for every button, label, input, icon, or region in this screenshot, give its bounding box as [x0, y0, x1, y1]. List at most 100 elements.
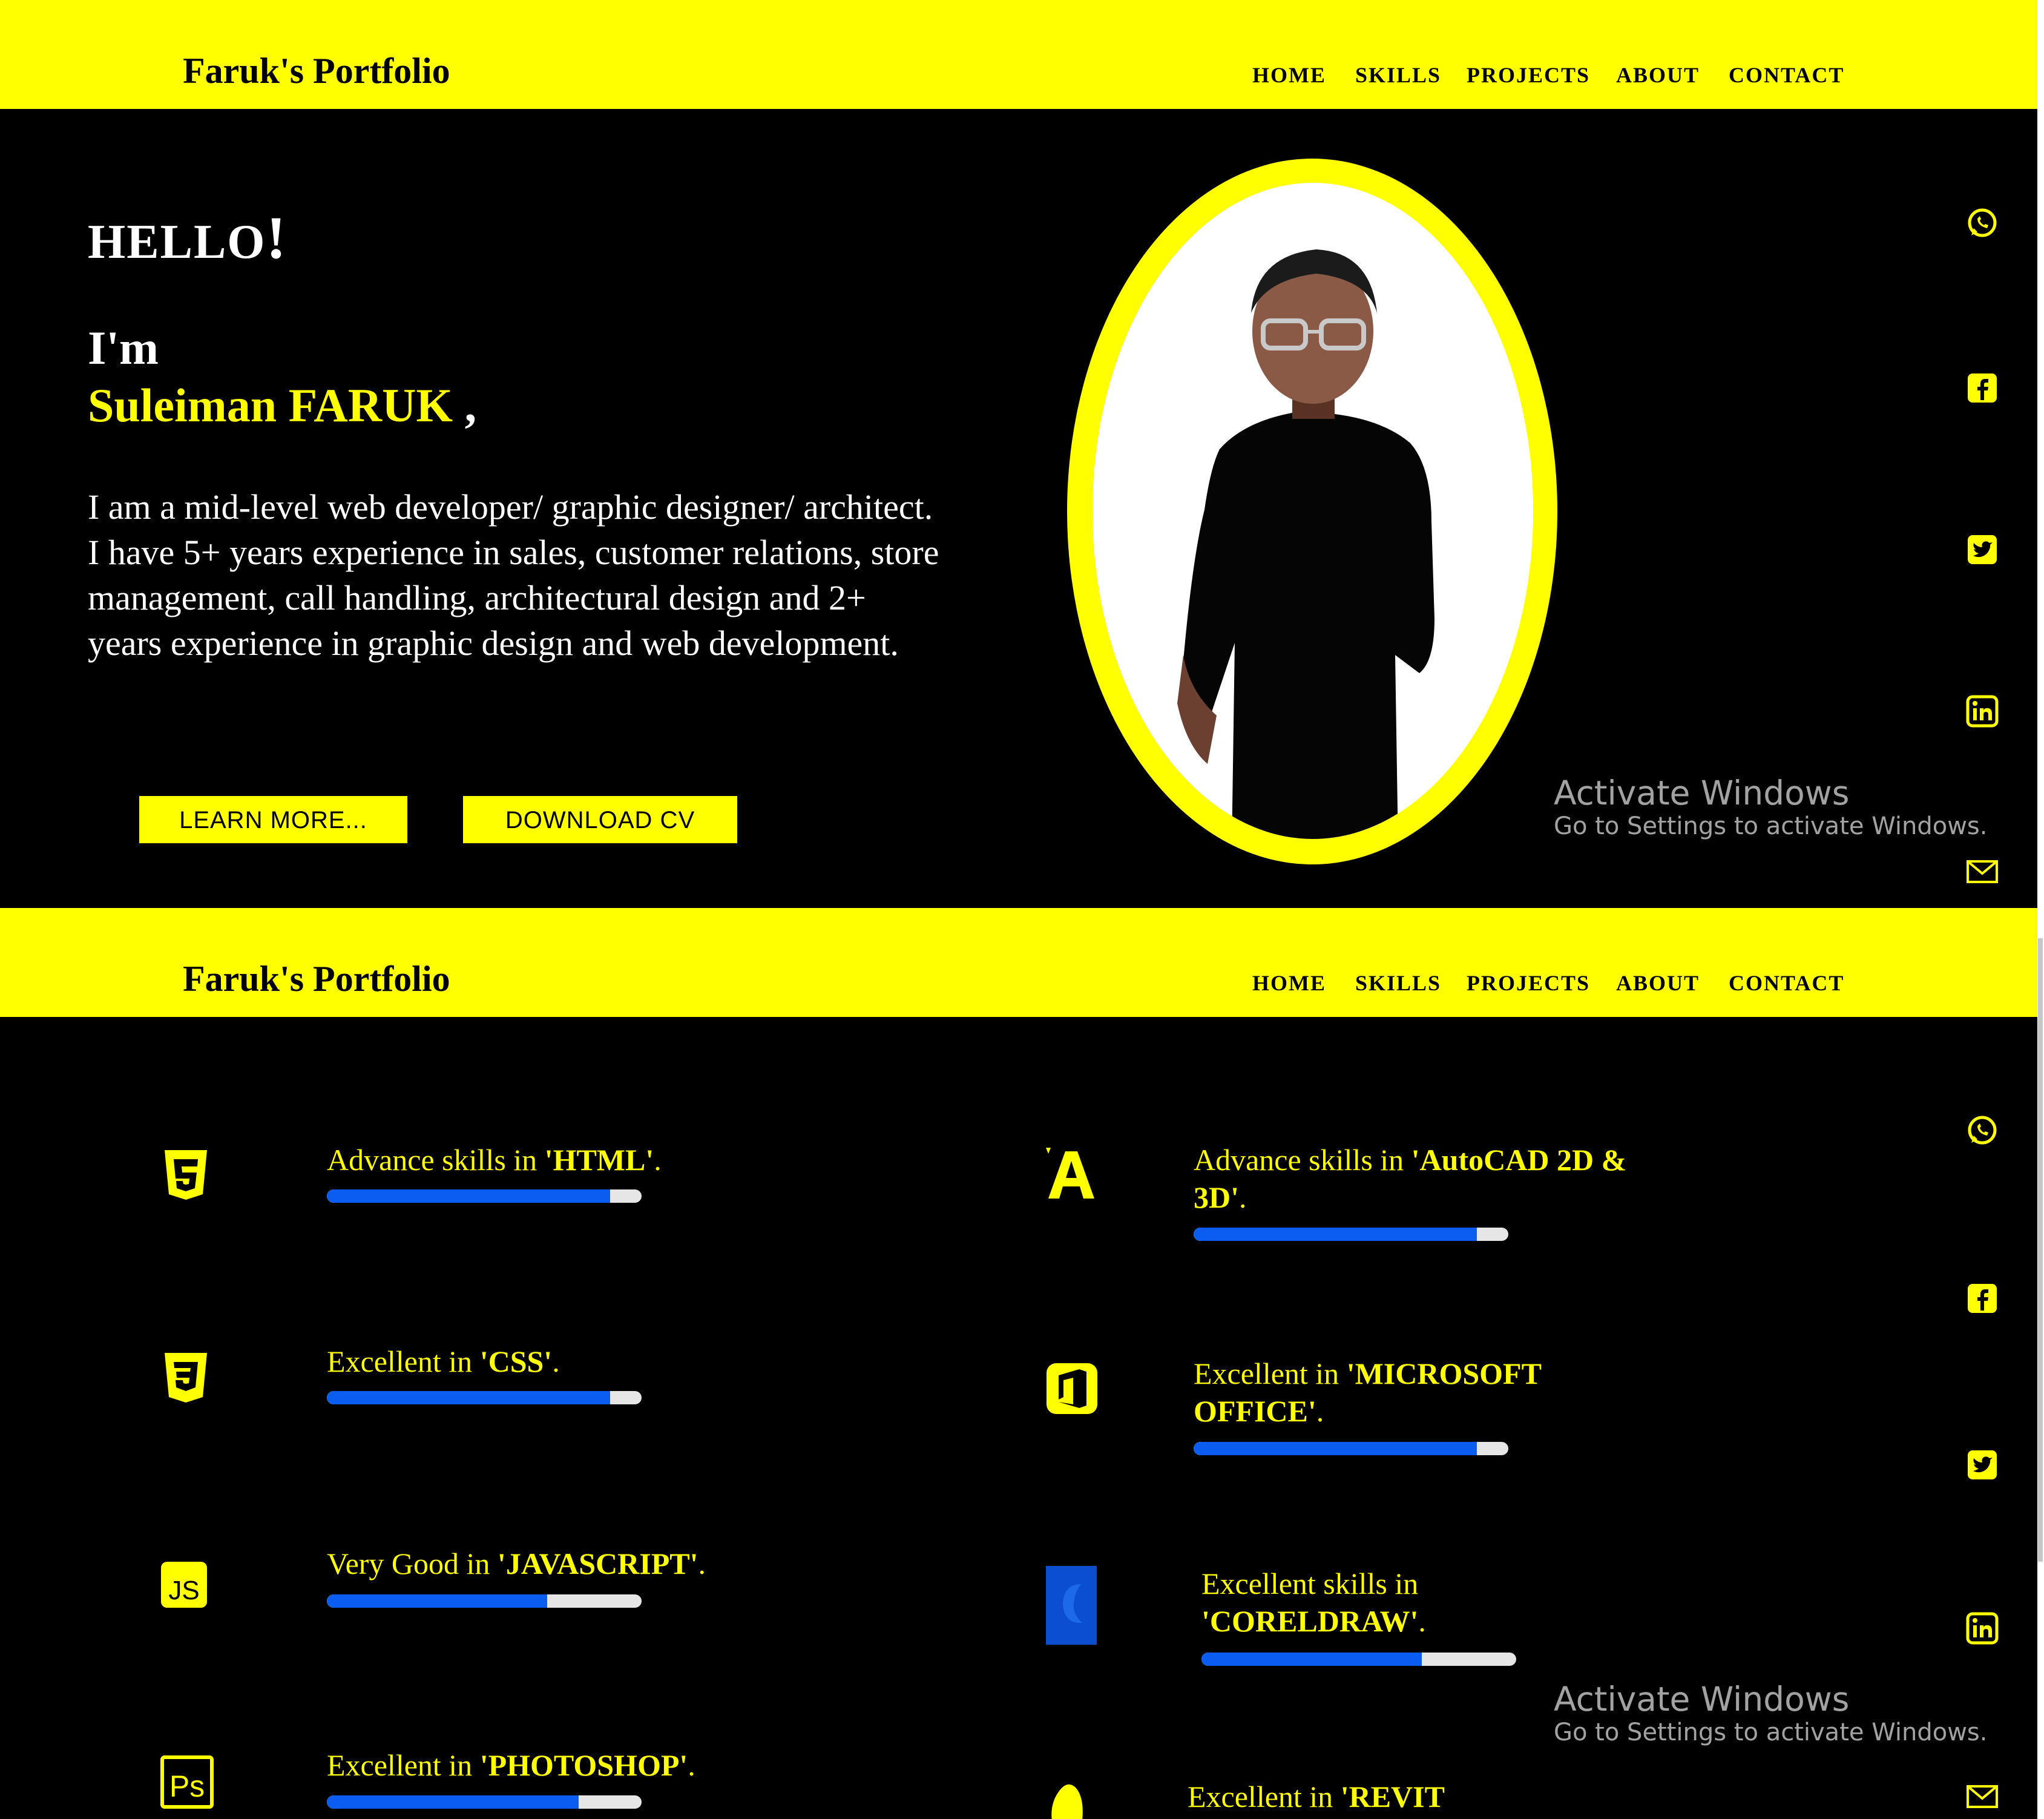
- skill-coreldraw-prefix: Excellent skills in: [1201, 1567, 1419, 1600]
- microsoft-office-icon: [1045, 1362, 1099, 1418]
- facebook-icon[interactable]: [1964, 370, 2000, 406]
- skill-coreldraw-name: 'CORELDRAW': [1201, 1604, 1419, 1638]
- navbar: Faruk's Portfolio HOME SKILLS PROJECTS A…: [0, 0, 2037, 109]
- mail-icon[interactable]: [1964, 853, 2000, 889]
- autocad-icon: [1042, 1144, 1100, 1205]
- skill-coreldraw-progress: [1201, 1653, 1516, 1666]
- hero-bio: I am a mid-level web developer/ graphic …: [88, 484, 947, 666]
- hero-name-text: Suleiman FARUK: [88, 379, 453, 432]
- scrollbar-thumb[interactable]: [2038, 938, 2043, 1562]
- skill-microsoft-office-progress-fill: [1194, 1442, 1477, 1455]
- nav-projects[interactable]: PROJECTS: [1467, 970, 1590, 996]
- skill-html-progress: [327, 1189, 642, 1203]
- person-illustration: [1093, 183, 1533, 839]
- brand-logo[interactable]: Faruk's Portfolio: [183, 50, 450, 92]
- activate-windows-watermark: Activate Windows Go to Settings to activ…: [1554, 1680, 1987, 1746]
- skill-revit-name: 'REVIT: [1340, 1780, 1445, 1814]
- skill-css-suffix: .: [552, 1344, 560, 1378]
- hero-name: Suleiman FARUK ,: [88, 378, 476, 433]
- home-section: Faruk's Portfolio HOME SKILLS PROJECTS A…: [0, 0, 2037, 908]
- skill-javascript-prefix: Very Good in: [327, 1547, 498, 1581]
- twitter-icon[interactable]: [1964, 531, 2000, 568]
- nav-contact[interactable]: CONTACT: [1729, 62, 1844, 88]
- nav-contact[interactable]: CONTACT: [1729, 970, 1844, 996]
- revit-icon: [1047, 1778, 1087, 1819]
- javascript-icon: JS: [160, 1561, 208, 1612]
- nav-projects[interactable]: PROJECTS: [1467, 62, 1590, 88]
- skill-css-progress-fill: [327, 1391, 610, 1404]
- skill-photoshop-suffix: .: [688, 1748, 695, 1782]
- skill-coreldraw: Excellent skills in 'CORELDRAW'.: [1201, 1565, 1637, 1640]
- skill-microsoft-office-progress: [1194, 1442, 1508, 1455]
- skill-html-prefix: Advance skills in: [327, 1143, 545, 1177]
- activate-windows-watermark: Activate Windows Go to Settings to activ…: [1554, 774, 1987, 840]
- skill-javascript-suffix: .: [698, 1547, 706, 1581]
- skill-html-name: 'HTML': [544, 1143, 654, 1177]
- whatsapp-icon[interactable]: [1964, 205, 2000, 242]
- skill-coreldraw-progress-fill: [1201, 1653, 1422, 1666]
- whatsapp-icon[interactable]: [1964, 1113, 2000, 1149]
- skill-photoshop: Excellent in 'PHOTOSHOP'.: [327, 1746, 811, 1784]
- skill-microsoft-office: Excellent in 'MICROSOFT OFFICE'.: [1194, 1355, 1629, 1430]
- skill-javascript-progress: [327, 1594, 642, 1608]
- watermark-subtitle: Go to Settings to activate Windows.: [1554, 812, 1988, 840]
- greeting-text: HELLO: [88, 215, 266, 269]
- nav-home[interactable]: HOME: [1252, 62, 1326, 88]
- skills-section: Faruk's Portfolio HOME SKILLS PROJECTS A…: [0, 908, 2037, 1819]
- watermark-subtitle: Go to Settings to activate Windows.: [1554, 1719, 1988, 1746]
- watermark-title: Activate Windows: [1554, 774, 1850, 812]
- coreldraw-icon: [1046, 1566, 1097, 1648]
- skill-photoshop-prefix: Excellent in: [327, 1748, 480, 1782]
- nav-about[interactable]: ABOUT: [1616, 970, 1700, 996]
- mail-icon[interactable]: [1964, 1778, 2000, 1814]
- skill-coreldraw-suffix: .: [1418, 1604, 1426, 1638]
- learn-more-button[interactable]: LEARN MORE...: [139, 796, 407, 843]
- skill-autocad-progress-fill: [1194, 1228, 1477, 1241]
- skill-microsoft-office-suffix: .: [1316, 1394, 1324, 1428]
- greeting-mark: !: [266, 204, 288, 271]
- brand-logo[interactable]: Faruk's Portfolio: [183, 958, 450, 1000]
- svg-text:JS: JS: [168, 1576, 199, 1605]
- skill-javascript-progress-fill: [327, 1594, 547, 1608]
- nav-home[interactable]: HOME: [1252, 970, 1326, 996]
- skill-html-progress-fill: [327, 1189, 610, 1203]
- css3-icon: [159, 1350, 213, 1407]
- skill-photoshop-progress: [327, 1795, 642, 1809]
- download-cv-button[interactable]: DOWNLOAD CV: [463, 796, 737, 843]
- linkedin-icon[interactable]: [1964, 1610, 2000, 1646]
- skill-html-suffix: .: [654, 1143, 662, 1177]
- skill-revit: Excellent in 'REVIT: [1188, 1778, 1623, 1815]
- skill-css-progress: [327, 1391, 642, 1404]
- nav-skills[interactable]: SKILLS: [1355, 970, 1441, 996]
- skill-microsoft-office-prefix: Excellent in: [1194, 1357, 1347, 1390]
- skill-css: Excellent in 'CSS'.: [327, 1343, 751, 1380]
- skill-autocad: Advance skills in 'AutoCAD 2D & 3D'.: [1194, 1141, 1629, 1216]
- skill-css-name: 'CSS': [479, 1344, 553, 1378]
- html5-icon: [159, 1147, 213, 1205]
- profile-photo: [1093, 183, 1533, 839]
- nav-about[interactable]: ABOUT: [1616, 62, 1700, 88]
- facebook-icon[interactable]: [1964, 1280, 2000, 1317]
- twitter-icon[interactable]: [1964, 1447, 2000, 1483]
- intro-text: I'm: [88, 321, 159, 374]
- linkedin-icon[interactable]: [1964, 693, 2000, 729]
- skill-autocad-prefix: Advance skills in: [1194, 1143, 1411, 1177]
- navbar: Faruk's Portfolio HOME SKILLS PROJECTS A…: [0, 908, 2037, 1017]
- skill-autocad-suffix: .: [1239, 1180, 1247, 1214]
- watermark-title: Activate Windows: [1554, 1680, 1850, 1719]
- hero-name-suffix: ,: [453, 379, 477, 432]
- skill-javascript-name: 'JAVASCRIPT': [497, 1547, 698, 1581]
- skill-html: Advance skills in 'HTML'.: [327, 1141, 751, 1179]
- bio-line-1: I am a mid-level web developer/ graphic …: [88, 487, 933, 527]
- browser-viewport: Faruk's Portfolio HOME SKILLS PROJECTS A…: [0, 0, 2037, 1819]
- skill-photoshop-progress-fill: [327, 1795, 579, 1809]
- skill-css-prefix: Excellent in: [327, 1344, 480, 1378]
- greeting: HELLO!: [88, 203, 288, 272]
- skill-autocad-progress: [1194, 1228, 1508, 1241]
- nav-skills[interactable]: SKILLS: [1355, 62, 1441, 88]
- bio-line-2: I have 5+ years experience in sales, cus…: [88, 533, 939, 663]
- svg-text:Ps: Ps: [169, 1769, 205, 1803]
- skill-javascript: Very Good in 'JAVASCRIPT'.: [327, 1545, 811, 1582]
- skill-revit-prefix: Excellent in: [1188, 1780, 1341, 1814]
- photoshop-icon: Ps: [160, 1755, 214, 1812]
